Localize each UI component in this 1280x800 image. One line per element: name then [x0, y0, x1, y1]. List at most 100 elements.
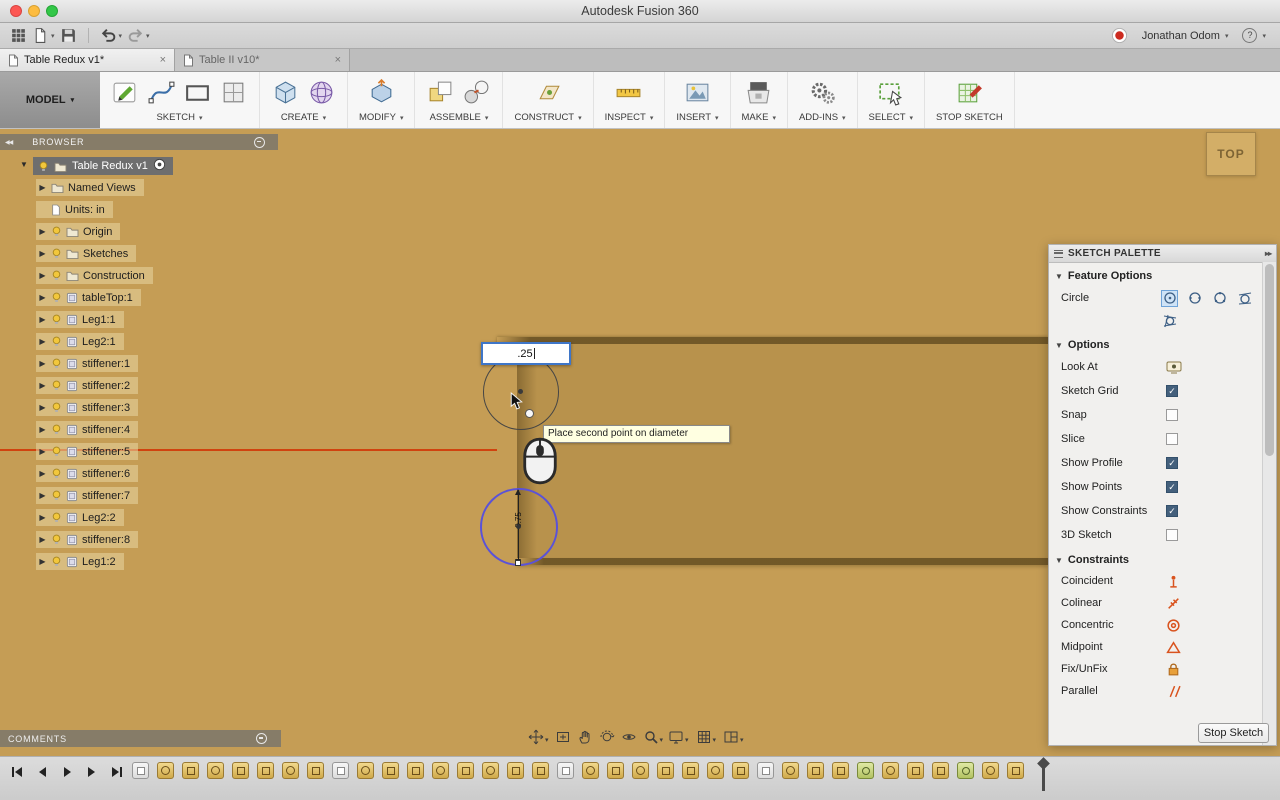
timeline-feature-extrude[interactable]: [457, 762, 474, 779]
disclosure-triangle-icon[interactable]: ▶: [38, 293, 47, 302]
feature-options-section-header[interactable]: ▼ Feature Options: [1049, 263, 1263, 286]
zoom-button[interactable]: ▾: [643, 729, 663, 750]
visibility-bulb-icon[interactable]: [51, 248, 62, 259]
palette-scrollbar[interactable]: [1262, 262, 1276, 745]
concentric-icon[interactable]: [1166, 618, 1181, 633]
comments-bar[interactable]: COMMENTS: [0, 730, 281, 747]
3-tangent-circle-button[interactable]: [1161, 313, 1178, 330]
timeline-feature-extrude[interactable]: [932, 762, 949, 779]
disclosure-triangle-icon[interactable]: ▶: [38, 337, 47, 346]
disclosure-triangle-icon[interactable]: ▶: [38, 271, 47, 280]
2-tangent-circle-button[interactable]: [1236, 290, 1253, 307]
timeline-feature-extrude[interactable]: [532, 762, 549, 779]
tab-close-button[interactable]: ×: [160, 54, 166, 66]
scripts-addins-button[interactable]: [808, 78, 837, 107]
disclosure-triangle-icon[interactable]: ▶: [38, 535, 47, 544]
3d-sketch-checkbox[interactable]: [1166, 529, 1178, 541]
toolbar-group-label[interactable]: CREATE ▾: [281, 112, 326, 123]
fullscreen-window-button[interactable]: [46, 5, 58, 17]
user-menu[interactable]: Jonathan Odom ▾: [1142, 30, 1229, 42]
visibility-bulb-icon[interactable]: [51, 358, 62, 369]
collapse-panel-icon[interactable]: ◀◀: [5, 139, 13, 146]
disclosure-triangle-icon[interactable]: ▶: [38, 227, 47, 236]
timeline-feature-extrude[interactable]: [232, 762, 249, 779]
browser-item-leg1-2[interactable]: ▶ Leg1:2: [36, 553, 124, 570]
show-constraints-checkbox[interactable]: ✓: [1166, 505, 1178, 517]
disclosure-triangle-icon[interactable]: ▶: [38, 469, 47, 478]
toolbar-group-label[interactable]: SELECT ▾: [869, 112, 913, 123]
sketch-palette-header[interactable]: SKETCH PALETTE ▸▸: [1049, 245, 1276, 263]
sketch-grid-checkbox[interactable]: ✓: [1166, 385, 1178, 397]
spline-button[interactable]: [147, 78, 176, 107]
browser-item-leg1-1[interactable]: ▶ Leg1:1: [36, 311, 124, 328]
browser-item-stiffener-5[interactable]: ▶ stiffener:5: [36, 443, 139, 460]
timeline-feature-joint[interactable]: [857, 762, 874, 779]
close-window-button[interactable]: [10, 5, 22, 17]
stop-sketch-button[interactable]: Stop Sketch: [1198, 723, 1269, 743]
visibility-bulb-icon[interactable]: [51, 490, 62, 501]
timeline-feature-extrude[interactable]: [807, 762, 824, 779]
constraints-section-header[interactable]: ▼ Constraints: [1049, 547, 1263, 570]
timeline-feature-component[interactable]: [132, 762, 149, 779]
visibility-bulb-icon[interactable]: [51, 314, 62, 325]
timeline-feature-extrude[interactable]: [307, 762, 324, 779]
step-forward-button[interactable]: [85, 765, 99, 779]
visibility-bulb-icon[interactable]: [51, 446, 62, 457]
look-at-button[interactable]: [1166, 361, 1182, 374]
browser-item-stiffener-7[interactable]: ▶ stiffener:7: [36, 487, 139, 504]
timeline-feature-sketch[interactable]: [207, 762, 224, 779]
timeline-feature-sketch[interactable]: [782, 762, 799, 779]
browser-item-sketches[interactable]: ▶ Sketches: [36, 245, 137, 262]
rectangle-button[interactable]: [183, 78, 212, 107]
visibility-bulb-icon[interactable]: [51, 424, 62, 435]
visibility-bulb-icon[interactable]: [51, 468, 62, 479]
timeline-feature-component[interactable]: [557, 762, 574, 779]
pan-button[interactable]: [577, 729, 593, 750]
look-at-button[interactable]: [621, 729, 637, 750]
timeline-feature-sketch[interactable]: [432, 762, 449, 779]
step-back-button[interactable]: [35, 765, 49, 779]
toolbar-group-label[interactable]: MODIFY ▾: [359, 112, 403, 123]
timeline-feature-extrude[interactable]: [182, 762, 199, 779]
browser-item-origin[interactable]: ▶ Origin: [36, 223, 121, 240]
go-to-start-button[interactable]: [10, 765, 24, 779]
go-to-end-button[interactable]: [110, 765, 124, 779]
timeline-feature-extrude[interactable]: [1007, 762, 1024, 779]
timeline-feature-extrude[interactable]: [732, 762, 749, 779]
form-button[interactable]: [307, 78, 336, 107]
browser-item-stiffener-4[interactable]: ▶ stiffener:4: [36, 421, 139, 438]
timeline-feature-sketch[interactable]: [157, 762, 174, 779]
disclosure-triangle-icon[interactable]: ▶: [38, 381, 47, 390]
project-geometry-button[interactable]: [219, 78, 248, 107]
browser-item-stiffener-2[interactable]: ▶ stiffener:2: [36, 377, 139, 394]
toolbar-group-label[interactable]: SKETCH ▾: [156, 112, 202, 123]
disclosure-triangle-icon[interactable]: ▶: [38, 447, 47, 456]
timeline-feature-sketch[interactable]: [582, 762, 599, 779]
timeline-feature-extrude[interactable]: [907, 762, 924, 779]
create-sketch-button[interactable]: [111, 78, 140, 107]
visibility-bulb-icon[interactable]: [51, 226, 62, 237]
toolbar-group-label[interactable]: ASSEMBLE ▾: [430, 112, 489, 123]
parallel-icon[interactable]: [1166, 684, 1181, 699]
visibility-bulb-icon[interactable]: [51, 556, 62, 567]
screencast-record-button[interactable]: [1111, 27, 1128, 44]
visibility-bulb-icon[interactable]: [51, 292, 62, 303]
browser-item-named-views[interactable]: ▶ Named Views: [36, 179, 144, 196]
coincident-icon[interactable]: [1166, 574, 1181, 589]
stop-sketch-button[interactable]: [955, 78, 984, 107]
collapse-browser-button[interactable]: [254, 136, 265, 148]
viewports-button[interactable]: ▾: [723, 729, 744, 750]
joint-button[interactable]: [462, 78, 491, 107]
visibility-bulb-icon[interactable]: [51, 512, 62, 523]
disclosure-triangle-icon[interactable]: ▶: [38, 249, 47, 258]
timeline-feature-sketch[interactable]: [982, 762, 999, 779]
2-point-circle-button[interactable]: [1186, 290, 1203, 307]
press-pull-button[interactable]: [367, 78, 396, 107]
colinear-icon[interactable]: [1166, 596, 1181, 611]
browser-item-stiffener-8[interactable]: ▶ stiffener:8: [36, 531, 139, 548]
toolbar-group-label[interactable]: STOP SKETCH: [936, 112, 1003, 123]
grid-and-snaps-button[interactable]: ▾: [696, 729, 716, 750]
disclosure-triangle-icon[interactable]: ▶: [38, 491, 47, 500]
timeline-feature-extrude[interactable]: [407, 762, 424, 779]
tab-close-button[interactable]: ×: [335, 54, 341, 66]
